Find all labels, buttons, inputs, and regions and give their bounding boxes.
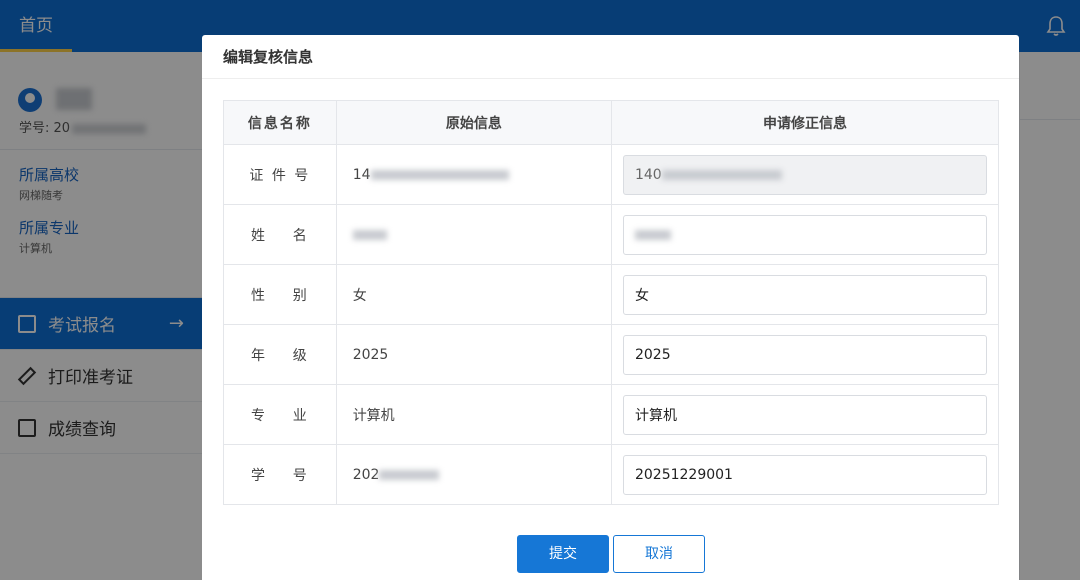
field-label: 年 级 — [223, 324, 337, 385]
original-value: 14 — [335, 144, 612, 205]
table-row: 学 号 202 — [223, 444, 1000, 505]
field-label: 证 件 号 — [223, 144, 337, 205]
corrected-cell — [610, 264, 1000, 325]
edit-review-dialog: 编辑复核信息 信息名称 原始信息 申请修正信息 证 件 号 14 140 姓 名 — [202, 35, 1019, 580]
redacted-text — [370, 169, 509, 180]
redacted-text — [634, 229, 671, 240]
table-row: 姓 名 — [223, 204, 1000, 265]
table-row: 性 别 女 — [223, 264, 1000, 325]
id-number-input: 140 — [622, 154, 987, 195]
corrected-cell — [610, 444, 1000, 505]
original-student-no-prefix: 202 — [352, 466, 380, 483]
original-value: 女 — [335, 264, 612, 325]
submit-button[interactable]: 提交 — [517, 535, 609, 573]
table-header-row: 信息名称 原始信息 申请修正信息 — [223, 100, 1000, 145]
major-input[interactable] — [622, 394, 987, 435]
field-label: 学 号 — [223, 444, 337, 505]
header-original: 原始信息 — [335, 100, 612, 145]
cancel-button[interactable]: 取消 — [613, 535, 705, 573]
gender-input[interactable] — [622, 274, 987, 315]
corrected-cell — [610, 384, 1000, 445]
header-field-name: 信息名称 — [223, 100, 337, 145]
original-id-prefix: 14 — [352, 166, 371, 183]
field-label: 性 别 — [223, 264, 337, 325]
corrected-cell — [610, 324, 1000, 385]
table-row: 证 件 号 14 140 — [223, 144, 1000, 205]
name-input[interactable] — [622, 214, 987, 255]
id-number-prefix: 140 — [634, 166, 662, 183]
header-corrected: 申请修正信息 — [610, 100, 1000, 145]
dialog-title: 编辑复核信息 — [202, 35, 1019, 79]
redacted-text — [661, 169, 782, 180]
table-row: 专 业 计算机 — [223, 384, 1000, 445]
review-table: 信息名称 原始信息 申请修正信息 证 件 号 14 140 姓 名 性 别 女 … — [223, 100, 1000, 505]
redacted-text — [379, 469, 440, 480]
table-row: 年 级 2025 — [223, 324, 1000, 385]
corrected-cell: 140 — [610, 144, 1000, 205]
redacted-text — [352, 229, 387, 240]
grade-input[interactable] — [622, 334, 987, 375]
corrected-cell — [610, 204, 1000, 265]
original-value — [335, 204, 612, 265]
field-label: 姓 名 — [223, 204, 337, 265]
field-label: 专 业 — [223, 384, 337, 445]
original-value: 202 — [335, 444, 612, 505]
original-value: 2025 — [335, 324, 612, 385]
original-value: 计算机 — [335, 384, 612, 445]
student-number-input[interactable] — [622, 454, 987, 495]
